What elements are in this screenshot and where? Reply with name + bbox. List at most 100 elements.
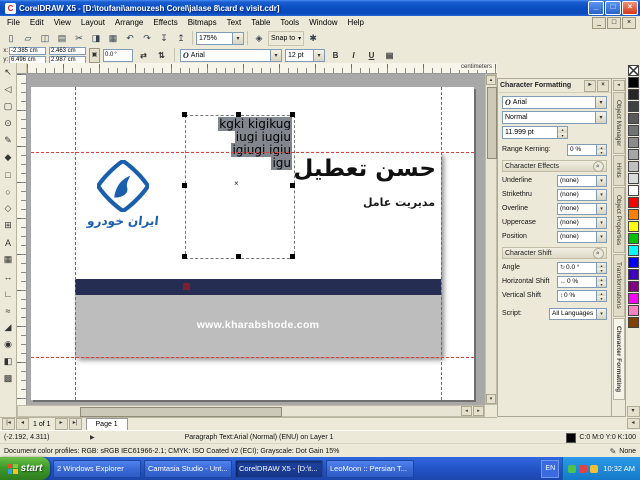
doc-minimize-button[interactable]: _: [592, 17, 606, 29]
color-swatch[interactable]: [627, 149, 639, 160]
eyedropper-tool[interactable]: ◢: [1, 319, 16, 336]
export-icon[interactable]: ↥: [173, 31, 189, 46]
x-position-field[interactable]: -2.385 cm: [9, 46, 46, 55]
start-button[interactable]: start: [0, 457, 50, 480]
color-swatch[interactable]: [627, 161, 639, 172]
shift-spinner[interactable]: ↔ 0 % ▴ ▾: [557, 275, 607, 288]
open-icon[interactable]: ▱: [20, 31, 36, 46]
print-icon[interactable]: ▤: [54, 31, 70, 46]
scroll-left-icon[interactable]: ◂: [461, 406, 472, 416]
application-launcher-icon[interactable]: ◈: [251, 31, 267, 46]
menu-item[interactable]: Effects: [148, 16, 182, 29]
doc-restore-button[interactable]: □: [607, 17, 621, 29]
color-swatch[interactable]: [627, 77, 639, 88]
cut-icon[interactable]: ✂: [71, 31, 87, 46]
doc-close-button[interactable]: ×: [622, 17, 636, 29]
minimize-button[interactable]: _: [588, 1, 604, 15]
smart-fill-tool[interactable]: ◆: [1, 149, 16, 166]
vertical-scrollbar[interactable]: ▴ ▾: [485, 74, 497, 405]
tab-object-manager[interactable]: Object Manager: [612, 92, 625, 155]
chevron-down-icon[interactable]: ▾: [313, 49, 324, 61]
color-swatch[interactable]: [627, 269, 639, 280]
color-swatch[interactable]: [627, 257, 639, 268]
color-swatch[interactable]: [627, 245, 639, 256]
maximize-button[interactable]: □: [605, 1, 621, 15]
effect-dropdown[interactable]: (none) ▾: [557, 174, 607, 187]
next-page-icon[interactable]: ▸: [54, 418, 68, 430]
chevron-down-icon[interactable]: ▾: [596, 203, 606, 214]
import-icon[interactable]: ↧: [156, 31, 172, 46]
mirror-vertical-icon[interactable]: ⇅: [154, 48, 169, 63]
paste-icon[interactable]: ▦: [105, 31, 121, 46]
options-icon[interactable]: ✱: [305, 31, 321, 46]
guideline[interactable]: [31, 152, 474, 153]
scroll-right-icon[interactable]: ▸: [473, 406, 484, 416]
copy-icon[interactable]: ◨: [88, 31, 104, 46]
color-swatch[interactable]: [627, 137, 639, 148]
selected-text-line[interactable]: kgki kigikug: [218, 117, 292, 131]
color-swatch[interactable]: [627, 173, 639, 184]
spinner-arrows[interactable]: ▴ ▾: [596, 276, 606, 287]
rectangle-tool[interactable]: □: [1, 166, 16, 183]
palette-scroll-down-icon[interactable]: ▾: [626, 406, 640, 417]
character-effects-section[interactable]: Character Effects »: [502, 160, 607, 172]
color-swatch[interactable]: [627, 221, 639, 232]
color-swatch[interactable]: [627, 281, 639, 292]
chevron-down-icon[interactable]: ▾: [596, 308, 606, 319]
menu-item[interactable]: Arrange: [110, 16, 148, 29]
new-icon[interactable]: ▯: [3, 31, 19, 46]
save-icon[interactable]: ◫: [37, 31, 53, 46]
selected-text-line[interactable]: igu: [271, 156, 292, 170]
chevron-down-icon[interactable]: ▾: [595, 97, 606, 108]
selection-handle[interactable]: [236, 112, 241, 117]
menu-item[interactable]: Text: [222, 16, 247, 29]
object-width-field[interactable]: 2.463 cm: [49, 46, 86, 55]
collapse-chevron-icon[interactable]: »: [593, 247, 604, 259]
menu-item[interactable]: File: [2, 16, 25, 29]
snap-to-dropdown[interactable]: Snap to ▾: [268, 30, 305, 46]
chevron-down-icon[interactable]: ▾: [596, 217, 606, 228]
tab-hints[interactable]: Hints: [612, 155, 625, 187]
undo-icon[interactable]: ↶: [122, 31, 138, 46]
tray-recorder-icon[interactable]: [579, 464, 588, 473]
taskbar-button-leomoon[interactable]: LeoMoon :: Persian T...: [326, 459, 414, 478]
font-list-combo[interactable]: O Arial ▾: [180, 48, 282, 62]
docker-size-spinner[interactable]: 11.999 pt ▴ ▾: [502, 126, 568, 139]
menu-item[interactable]: Bitmaps: [183, 16, 222, 29]
horizontal-scroll-thumb[interactable]: [80, 407, 282, 417]
underline-button[interactable]: U: [364, 48, 379, 63]
docker-style-combo[interactable]: Normal ▾: [502, 111, 607, 124]
crop-tool[interactable]: ▢: [1, 98, 16, 115]
palette-expand-icon[interactable]: ◂: [626, 418, 640, 429]
color-swatch[interactable]: [627, 65, 639, 76]
menu-item[interactable]: Tools: [275, 16, 304, 29]
dimension-tool[interactable]: ↔: [1, 268, 16, 285]
effect-dropdown[interactable]: (none) ▾: [557, 230, 607, 243]
effect-dropdown[interactable]: (none) ▾: [557, 202, 607, 215]
scroll-down-icon[interactable]: ▾: [486, 394, 496, 404]
card-person-title[interactable]: مدیریت عامل: [363, 196, 435, 209]
scroll-up-icon[interactable]: ▴: [486, 75, 496, 85]
text-alignment-icon[interactable]: ▤: [382, 48, 397, 63]
menu-item[interactable]: View: [49, 16, 76, 29]
color-swatch[interactable]: [627, 113, 639, 124]
table-tool[interactable]: ▦: [1, 251, 16, 268]
drawing-canvas[interactable]: ايران خودرو حسن تعطیل مدیریت عامل www.kh…: [27, 74, 485, 405]
mirror-horizontal-icon[interactable]: ⇄: [136, 48, 151, 63]
docker-font-combo[interactable]: O Arial ▾: [502, 96, 607, 109]
menu-item[interactable]: Layout: [76, 16, 110, 29]
effect-dropdown[interactable]: (none) ▾: [557, 216, 607, 229]
rotation-angle-field[interactable]: 0.0 °: [103, 48, 133, 62]
vertical-scroll-thumb[interactable]: [487, 87, 497, 159]
fill-tool[interactable]: ◧: [1, 353, 16, 370]
effect-dropdown[interactable]: (none) ▾: [557, 188, 607, 201]
company-logo[interactable]: ايران خودرو: [83, 158, 163, 228]
card-website-text[interactable]: www.kharabshode.com: [75, 319, 441, 331]
spinner-arrows[interactable]: ▴ ▾: [596, 262, 606, 273]
card-navy-stripe[interactable]: [75, 279, 441, 295]
ruler-origin[interactable]: [17, 63, 27, 74]
card-person-name[interactable]: حسن تعطیل: [293, 152, 436, 186]
color-swatch[interactable]: [627, 197, 639, 208]
docker-flyout-icon[interactable]: ▸: [584, 79, 596, 92]
tray-volume-icon[interactable]: [590, 464, 599, 473]
